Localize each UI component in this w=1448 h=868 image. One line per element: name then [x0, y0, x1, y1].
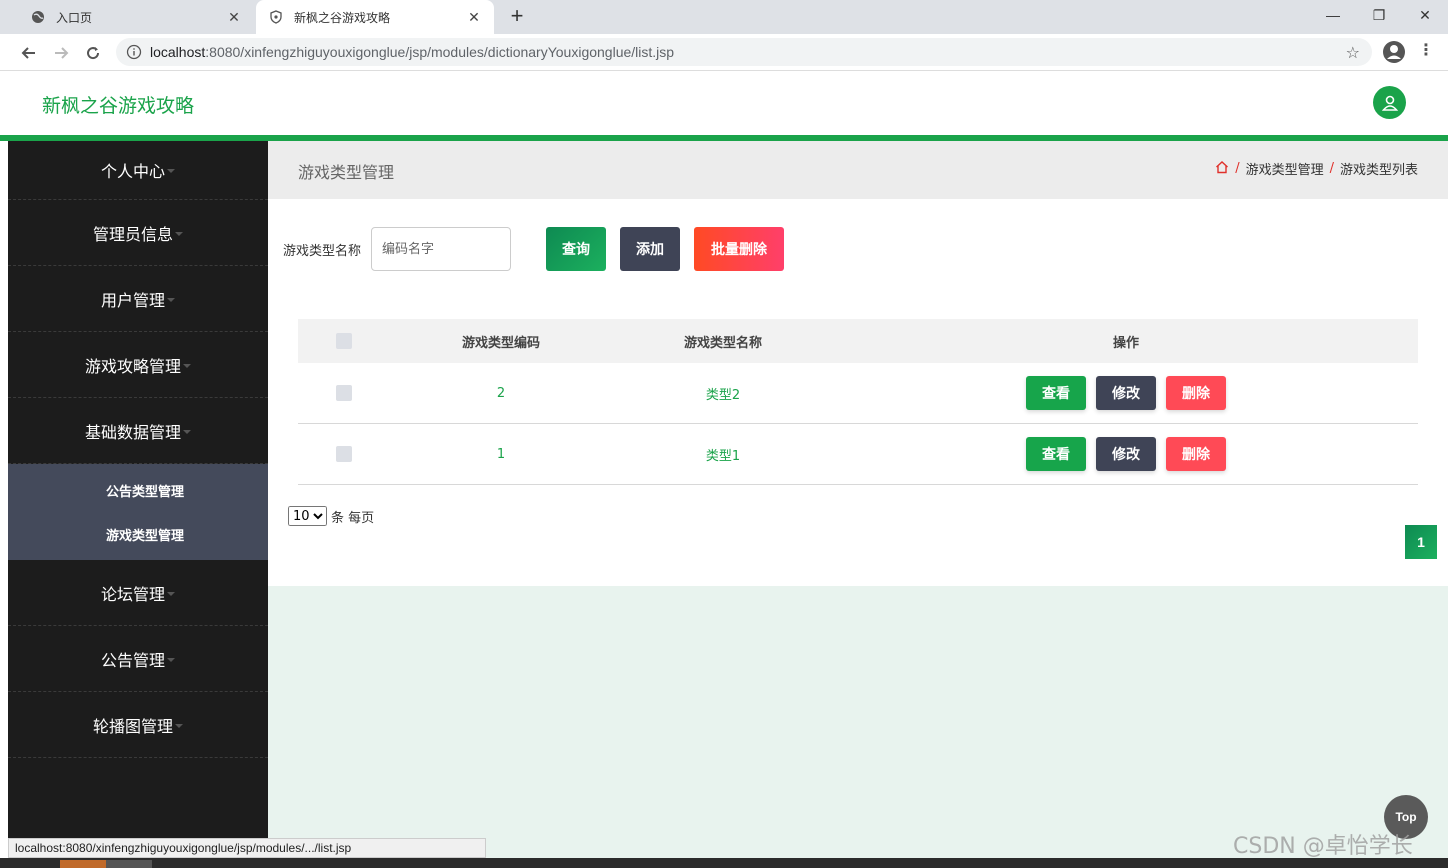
header-ops: 操作 — [1112, 335, 1139, 351]
tab-close-icon[interactable]: ✕ — [226, 9, 242, 26]
sidebar-item-admin-info[interactable]: 管理员信息 — [8, 200, 268, 266]
query-button[interactable]: 查询 — [546, 227, 606, 271]
add-button[interactable]: 添加 — [620, 227, 680, 271]
sidebar-item-guide-management[interactable]: 游戏攻略管理 — [8, 332, 268, 398]
cell-code: 2 — [496, 385, 506, 401]
submenu-item-game-type[interactable]: 游戏类型管理 — [8, 512, 268, 556]
back-arrow-icon[interactable] — [16, 40, 42, 66]
forward-arrow-icon[interactable] — [48, 40, 74, 66]
tab-title: 入口页 — [56, 10, 93, 25]
edit-button[interactable]: 修改 — [1096, 437, 1156, 471]
table-header: 游戏类型编码 游戏类型名称 操作 — [298, 319, 1418, 363]
edit-button[interactable]: 修改 — [1096, 376, 1156, 410]
caret-down-icon — [183, 363, 191, 368]
page-number-button[interactable]: 1 — [1405, 525, 1437, 559]
page-title: 游戏类型管理 — [298, 163, 395, 182]
sidebar-item-label: 轮播图管理 — [92, 716, 173, 736]
page-size-suffix: 条 每页 — [331, 510, 375, 526]
caret-down-icon — [183, 429, 191, 434]
caret-down-icon — [167, 169, 175, 173]
sidebar-item-personal-center[interactable]: 个人中心 — [8, 141, 268, 200]
tab-close-icon[interactable]: ✕ — [466, 9, 482, 26]
header-name: 游戏类型名称 — [683, 335, 762, 351]
browser-tab-active[interactable]: 新枫之谷游戏攻略 ✕ — [256, 0, 494, 34]
info-icon[interactable] — [126, 44, 142, 60]
sidebar-item-label: 个人中心 — [100, 162, 165, 181]
new-tab-button[interactable]: + — [504, 4, 530, 30]
page-size-control: 10 条 每页 — [288, 506, 374, 526]
sidebar-item-label: 公告管理 — [100, 650, 165, 670]
search-input[interactable] — [371, 227, 511, 271]
cell-name: 类型2 — [705, 387, 741, 403]
batch-delete-button[interactable]: 批量删除 — [694, 227, 784, 271]
user-avatar-icon[interactable] — [1373, 86, 1406, 119]
caret-down-icon — [167, 657, 175, 662]
sidebar: 个人中心 管理员信息 用户管理 游戏攻略管理 基础数据管理 公告类型管理 游戏类… — [8, 141, 268, 838]
breadcrumb-separator: / — [1329, 161, 1334, 176]
profile-icon[interactable] — [1382, 40, 1406, 64]
delete-button[interactable]: 删除 — [1166, 376, 1226, 410]
tab-title: 新枫之谷游戏攻略 — [294, 10, 391, 25]
breadcrumb-separator: / — [1235, 161, 1240, 176]
reload-icon[interactable] — [80, 40, 106, 66]
sidebar-item-label: 管理员信息 — [92, 224, 173, 244]
sidebar-item-forum[interactable]: 论坛管理 — [8, 560, 268, 626]
breadcrumb-item: 游戏类型列表 — [1339, 163, 1418, 178]
delete-button[interactable]: 删除 — [1166, 437, 1226, 471]
sidebar-item-basic-data[interactable]: 基础数据管理 — [8, 398, 268, 464]
table-row: 2 类型2 查看 修改 删除 — [298, 363, 1418, 424]
search-label: 游戏类型名称 — [283, 244, 362, 259]
view-button[interactable]: 查看 — [1026, 437, 1086, 471]
taskbar-app[interactable] — [60, 860, 106, 868]
sidebar-item-carousel[interactable]: 轮播图管理 — [8, 692, 268, 758]
shield-icon — [268, 9, 284, 25]
home-icon[interactable] — [1215, 160, 1229, 178]
breadcrumb: / 游戏类型管理 / 游戏类型列表 — [1215, 159, 1418, 178]
table-row: 1 类型1 查看 修改 删除 — [298, 424, 1418, 485]
sidebar-item-label: 基础数据管理 — [84, 422, 181, 442]
browser-menu-icon[interactable]: ⋮ — [1418, 40, 1434, 64]
data-table: 游戏类型编码 游戏类型名称 操作 2 类型2 查看 修改 删除 1 类型1 查看… — [298, 319, 1418, 485]
row-checkbox[interactable] — [336, 385, 352, 401]
view-button[interactable]: 查看 — [1026, 376, 1086, 410]
os-taskbar — [0, 858, 1448, 868]
sidebar-item-user-management[interactable]: 用户管理 — [8, 266, 268, 332]
cell-code: 1 — [496, 446, 506, 462]
select-all-checkbox[interactable] — [336, 333, 352, 349]
taskbar-app[interactable] — [106, 860, 152, 868]
browser-tab-bar: 入口页 ✕ 新枫之谷游戏攻略 ✕ + — ❐ ✕ — [0, 0, 1448, 34]
caret-down-icon — [167, 591, 175, 596]
bookmark-star-icon[interactable]: ☆ — [1346, 43, 1360, 63]
page-size-select[interactable]: 10 — [288, 506, 327, 526]
app-title: 新枫之谷游戏攻略 — [42, 95, 195, 117]
status-bar-url: localhost:8080/xinfengzhiguyouxigonglue/… — [8, 838, 486, 858]
sidebar-submenu: 公告类型管理 游戏类型管理 — [8, 464, 268, 560]
sidebar-item-label: 游戏攻略管理 — [84, 356, 181, 376]
header-code: 游戏类型编码 — [461, 335, 540, 351]
submenu-item-notice-type[interactable]: 公告类型管理 — [8, 468, 268, 512]
browser-toolbar: localhost:8080/xinfengzhiguyouxigonglue/… — [0, 34, 1448, 71]
sidebar-item-notice[interactable]: 公告管理 — [8, 626, 268, 692]
caret-down-icon — [175, 723, 183, 728]
url-host: localhost — [150, 44, 206, 60]
browser-tab-entry[interactable]: 入口页 ✕ — [18, 0, 254, 34]
page-header-bar: 游戏类型管理 / 游戏类型管理 / 游戏类型列表 — [268, 141, 1448, 199]
url-path: :8080/xinfengzhiguyouxigonglue/jsp/modul… — [205, 44, 675, 60]
sidebar-item-label: 用户管理 — [100, 290, 165, 310]
caret-down-icon — [175, 231, 183, 236]
breadcrumb-item[interactable]: 游戏类型管理 — [1246, 159, 1324, 178]
close-window-icon[interactable]: ✕ — [1402, 0, 1448, 30]
app-header: 新枫之谷游戏攻略 — [0, 71, 1448, 135]
caret-down-icon — [167, 297, 175, 302]
minimize-icon[interactable]: — — [1310, 0, 1356, 30]
row-checkbox[interactable] — [336, 446, 352, 462]
cell-name: 类型1 — [705, 448, 741, 464]
content-panel: 游戏类型名称 查询 添加 批量删除 游戏类型编码 游戏类型名称 操作 2 类型2… — [268, 199, 1448, 586]
sidebar-item-label: 论坛管理 — [100, 584, 165, 604]
watermark: CSDN @卓怡学长 — [1233, 834, 1413, 859]
restore-icon[interactable]: ❐ — [1356, 0, 1402, 30]
url-bar[interactable]: localhost:8080/xinfengzhiguyouxigonglue/… — [116, 38, 1372, 66]
globe-icon — [30, 9, 46, 25]
